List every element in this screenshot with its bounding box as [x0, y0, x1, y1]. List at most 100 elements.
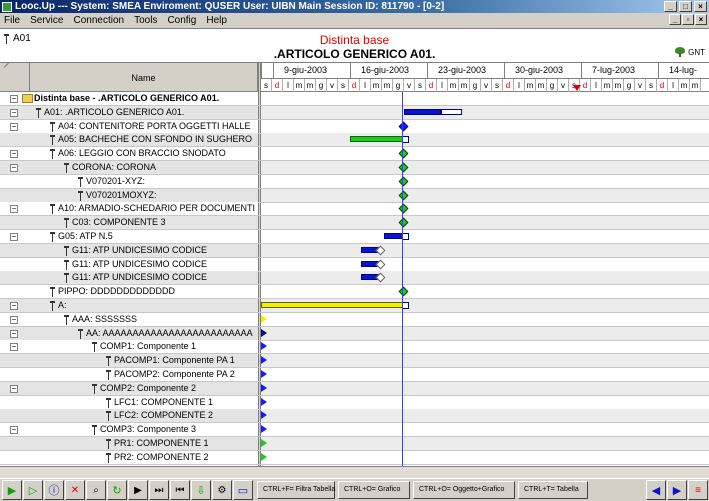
filter-table-button[interactable]: CTRL+F= Filtra Tabella: [257, 481, 335, 499]
milestone-diamond[interactable]: [398, 203, 409, 214]
tree-row[interactable]: A05: BACHECHE CON SFONDO IN SUGHERO: [0, 133, 709, 148]
tree-row[interactable]: G11: ATP UNDICESIMO CODICE: [0, 243, 709, 258]
search-icon[interactable]: ⌕: [86, 480, 106, 500]
maximize-button[interactable]: □: [679, 1, 692, 12]
menu-help[interactable]: Help: [206, 15, 227, 26]
milestone-diamond[interactable]: [398, 176, 409, 187]
collapse-icon[interactable]: −: [10, 205, 18, 214]
tree-row[interactable]: V070201MOXYZ:: [0, 188, 709, 203]
gantt-bar[interactable]: [261, 302, 404, 308]
next-icon[interactable]: ▶: [128, 480, 148, 500]
gantt-toggle[interactable]: GNT: [674, 47, 705, 57]
download-icon[interactable]: ⇩: [191, 480, 211, 500]
collapse-icon[interactable]: −: [10, 343, 18, 352]
end-marker[interactable]: [402, 233, 409, 240]
collapse-icon[interactable]: −: [10, 426, 18, 435]
start-marker[interactable]: [261, 328, 267, 337]
mdi-close-button[interactable]: ×: [695, 14, 707, 25]
next-page-icon[interactable]: ▶: [667, 480, 687, 500]
tree-row[interactable]: C03: COMPONENTE 3: [0, 216, 709, 231]
tree-row[interactable]: − COMP2: Componente 2: [0, 381, 709, 396]
start-marker[interactable]: [261, 411, 267, 420]
tree-row[interactable]: − A01: .ARTICOLO GENERICO A01.: [0, 105, 709, 120]
menu-list-icon[interactable]: ≡: [688, 480, 708, 500]
name-column-header[interactable]: Name: [30, 73, 257, 83]
tree-row[interactable]: − COMP3: Componente 3: [0, 423, 709, 438]
mdi-restore-button[interactable]: ▫: [682, 14, 694, 25]
gantt-bar[interactable]: [404, 108, 441, 115]
window-icon[interactable]: ▭: [233, 480, 253, 500]
tree-row[interactable]: − Distinta base - .ARTICOLO GENERICO A01.: [0, 92, 709, 106]
tree-row[interactable]: − A:: [0, 299, 709, 313]
tree-row[interactable]: PACOMP1: Componente PA 1: [0, 354, 709, 369]
start-marker[interactable]: [261, 452, 267, 461]
start-marker[interactable]: [261, 383, 267, 392]
end-marker[interactable]: [402, 136, 409, 144]
chart-button[interactable]: CTRL+O= Grafico: [338, 481, 410, 499]
menu-connection[interactable]: Connection: [73, 15, 124, 26]
tree-row[interactable]: − A10: ARMADIO-SCHEDARIO PER DOCUMENTI: [0, 202, 709, 217]
tree-row[interactable]: − G05: ATP N.5: [0, 230, 709, 244]
gantt-bar[interactable]: [384, 233, 404, 239]
collapse-icon[interactable]: −: [10, 329, 18, 338]
tree-row[interactable]: PR1: COMPONENTE 1: [0, 437, 709, 451]
start-marker[interactable]: [261, 425, 267, 434]
collapse-icon[interactable]: −: [10, 384, 18, 393]
collapse-icon[interactable]: −: [10, 315, 18, 324]
info-icon[interactable]: ⓘ: [44, 480, 64, 500]
milestone-diamond[interactable]: [398, 162, 409, 173]
tree-row[interactable]: PR2: COMPONENTE 2: [0, 450, 709, 465]
mdi-minimize-button[interactable]: _: [669, 14, 681, 25]
collapse-icon[interactable]: −: [10, 150, 18, 159]
start-marker[interactable]: [261, 370, 267, 378]
collapse-icon[interactable]: −: [10, 95, 18, 103]
start-marker[interactable]: [261, 314, 267, 323]
collapse-icon[interactable]: −: [10, 302, 18, 310]
first-icon[interactable]: ⏮: [170, 480, 190, 500]
milestone-diamond[interactable]: [398, 217, 409, 228]
menu-config[interactable]: Config: [167, 15, 196, 26]
tree-row[interactable]: PIPPO: DDDDDDDDDDDDD: [0, 285, 709, 300]
tree-row[interactable]: − AAA: SSSSSSS: [0, 312, 709, 327]
refresh-icon[interactable]: ↻: [107, 480, 127, 500]
gantt-bar[interactable]: [350, 136, 405, 143]
menu-service[interactable]: Service: [30, 15, 63, 26]
tree-row[interactable]: G11: ATP UNDICESIMO CODICE: [0, 271, 709, 286]
tree-row[interactable]: G11: ATP UNDICESIMO CODICE: [0, 257, 709, 272]
start-marker[interactable]: [261, 342, 267, 351]
table-button[interactable]: CTRL+T= Tabella: [518, 481, 588, 499]
collapse-icon[interactable]: −: [10, 122, 18, 131]
tree-row[interactable]: V070201-XYZ:: [0, 174, 709, 189]
settings-icon[interactable]: ⚙: [212, 480, 232, 500]
tree-row[interactable]: PACOMP2: Componente PA 2: [0, 368, 709, 382]
start-marker[interactable]: [261, 356, 267, 365]
prev-page-icon[interactable]: ◀: [646, 480, 666, 500]
last-icon[interactable]: ⏭: [149, 480, 169, 500]
milestone-diamond[interactable]: [398, 190, 409, 201]
tree-row[interactable]: − A06: LEGGIO CON BRACCIO SNODATO: [0, 147, 709, 162]
milestone-diamond[interactable]: [398, 121, 409, 132]
end-marker[interactable]: [402, 302, 409, 309]
collapse-icon[interactable]: −: [10, 233, 18, 241]
tree-row[interactable]: − AA: AAAAAAAAAAAAAAAAAAAAAAAAA: [0, 326, 709, 341]
tree-row[interactable]: LFC2: COMPONENTE 2: [0, 409, 709, 424]
tree-row[interactable]: − COMP1: Componente 1: [0, 340, 709, 355]
horizontal-scrollbar[interactable]: [0, 466, 709, 478]
play-icon[interactable]: ▶: [2, 480, 22, 500]
minimize-button[interactable]: _: [664, 1, 677, 12]
milestone-diamond[interactable]: [398, 148, 409, 159]
gantt-bar-remaining[interactable]: [441, 108, 462, 115]
run-icon[interactable]: ▷: [23, 480, 43, 500]
object-chart-button[interactable]: CTRL+O= Oggetto+Grafico: [413, 481, 515, 499]
menu-file[interactable]: File: [4, 15, 20, 26]
start-marker[interactable]: [261, 439, 267, 447]
start-marker[interactable]: [261, 397, 267, 406]
close-button[interactable]: ×: [694, 1, 707, 12]
menu-tools[interactable]: Tools: [134, 15, 157, 26]
collapse-icon[interactable]: −: [10, 164, 18, 172]
tree-row[interactable]: LFC1: COMPONENTE 1: [0, 395, 709, 410]
milestone-diamond[interactable]: [375, 272, 386, 283]
collapse-icon[interactable]: −: [10, 108, 18, 117]
cancel-icon[interactable]: ✕: [65, 480, 85, 500]
tree-row[interactable]: − A04: CONTENITORE PORTA OGGETTI HALLE: [0, 119, 709, 134]
